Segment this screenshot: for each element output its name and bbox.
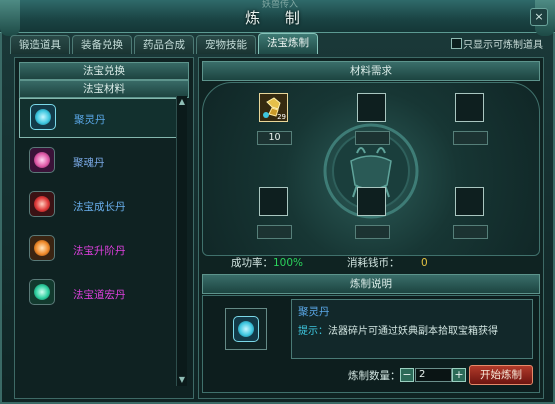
item-name: 法宝道宏丹 xyxy=(73,289,126,301)
coin-cost: 消耗钱币： xyxy=(347,255,400,270)
tab-potion-synthesis[interactable]: 药品合成 xyxy=(134,35,194,54)
hint-label: 提示： xyxy=(298,326,328,337)
only-show-craftable-label[interactable]: 只显示可炼制道具 xyxy=(463,36,543,51)
quantity-input[interactable]: 2 xyxy=(415,368,452,382)
list-item-daohong-dan[interactable]: 法宝道宏丹 xyxy=(19,274,179,314)
material-slot-6[interactable] xyxy=(455,187,484,216)
window-title: 炼 制 xyxy=(245,9,310,27)
coin-cost-label: 消耗钱币： xyxy=(347,257,400,269)
only-show-craftable-checkbox[interactable] xyxy=(451,38,462,49)
juling-dan-icon xyxy=(233,316,259,342)
material-owned-count: 29 xyxy=(277,113,286,121)
juling-dan-icon xyxy=(30,104,56,130)
tab-pet-skills[interactable]: 宠物技能 xyxy=(196,35,256,54)
material-slot-4[interactable] xyxy=(259,187,288,216)
description-text-area: 聚灵丹 提示：法器碎片可通过妖典副本拾取宝箱获得 xyxy=(291,299,533,359)
item-name: 聚灵丹 xyxy=(74,114,106,126)
scroll-up-icon[interactable]: ▲ xyxy=(177,98,187,106)
material-slot-3[interactable] xyxy=(455,93,484,122)
materials-header: 材料需求 xyxy=(202,61,540,81)
list-item-juhun-dan[interactable]: 聚魂丹 xyxy=(19,142,179,182)
material-slot-5-count xyxy=(355,225,390,239)
coin-cost-value: 0 xyxy=(421,257,428,269)
list-item-upgrade-dan[interactable]: 法宝升阶丹 xyxy=(19,230,179,270)
material-slot-6-count xyxy=(453,225,488,239)
growth-dan-icon xyxy=(29,191,55,217)
upgrade-dan-icon xyxy=(29,235,55,261)
success-rate-value: 100% xyxy=(273,257,304,269)
material-slot-5[interactable] xyxy=(357,187,386,216)
material-slots-area: 29 10 xyxy=(202,82,540,256)
item-name: 法宝升阶丹 xyxy=(73,245,126,257)
description-header: 炼制说明 xyxy=(202,274,540,294)
item-list-panel: 法宝兑换 法宝材料 聚灵丹 聚魂丹 法宝成长丹 法宝升阶丹 法宝道宏丹 xyxy=(14,57,194,399)
material-required-count: 10 xyxy=(257,131,292,145)
material-slot-1[interactable]: 29 xyxy=(259,93,288,122)
success-rate-label: 成功率： xyxy=(231,257,273,269)
material-slot-3-count xyxy=(453,131,488,145)
tab-equipment-exchange[interactable]: 装备兑换 xyxy=(72,35,132,54)
list-item-juling-dan[interactable]: 聚灵丹 xyxy=(19,98,179,138)
tab-forge-items[interactable]: 锻造道具 xyxy=(10,35,70,54)
item-list-scrollbar[interactable]: ▲ ▼ xyxy=(176,96,187,386)
list-item-growth-dan[interactable]: 法宝成长丹 xyxy=(19,186,179,226)
material-slot-2-count xyxy=(355,131,390,145)
selected-item-frame xyxy=(225,308,267,350)
item-name: 法宝成长丹 xyxy=(73,201,126,213)
scroll-down-icon[interactable]: ▼ xyxy=(177,376,187,384)
category-treasure-materials[interactable]: 法宝材料 xyxy=(19,80,189,98)
crafting-panel: 材料需求 29 10 成功率：100% 消耗钱币： 0 炼制说明 聚灵丹 提示：… xyxy=(198,57,544,399)
juhun-dan-icon xyxy=(29,147,55,173)
material-slot-2[interactable] xyxy=(357,93,386,122)
category-treasure-exchange[interactable]: 法宝兑换 xyxy=(19,62,189,80)
description-hint: 提示：法器碎片可通过妖典副本拾取宝箱获得 xyxy=(298,322,498,337)
tab-treasure-crafting[interactable]: 法宝炼制 xyxy=(258,33,318,54)
quantity-decrease-button[interactable]: − xyxy=(400,368,414,382)
description-item-name: 聚灵丹 xyxy=(298,306,330,318)
start-crafting-button[interactable]: 开始炼制 xyxy=(469,365,533,385)
quantity-label: 炼制数量： xyxy=(348,370,401,382)
daohong-dan-icon xyxy=(29,279,55,305)
close-button[interactable]: × xyxy=(530,8,548,26)
quantity-increase-button[interactable]: + xyxy=(452,368,466,382)
description-box: 聚灵丹 提示：法器碎片可通过妖典副本拾取宝箱获得 炼制数量： − 2 + 开始炼… xyxy=(202,295,540,393)
item-name: 聚魂丹 xyxy=(73,157,105,169)
success-rate: 成功率：100% xyxy=(231,255,303,270)
material-slot-4-count xyxy=(257,225,292,239)
hint-text: 法器碎片可通过妖典副本拾取宝箱获得 xyxy=(328,326,498,337)
